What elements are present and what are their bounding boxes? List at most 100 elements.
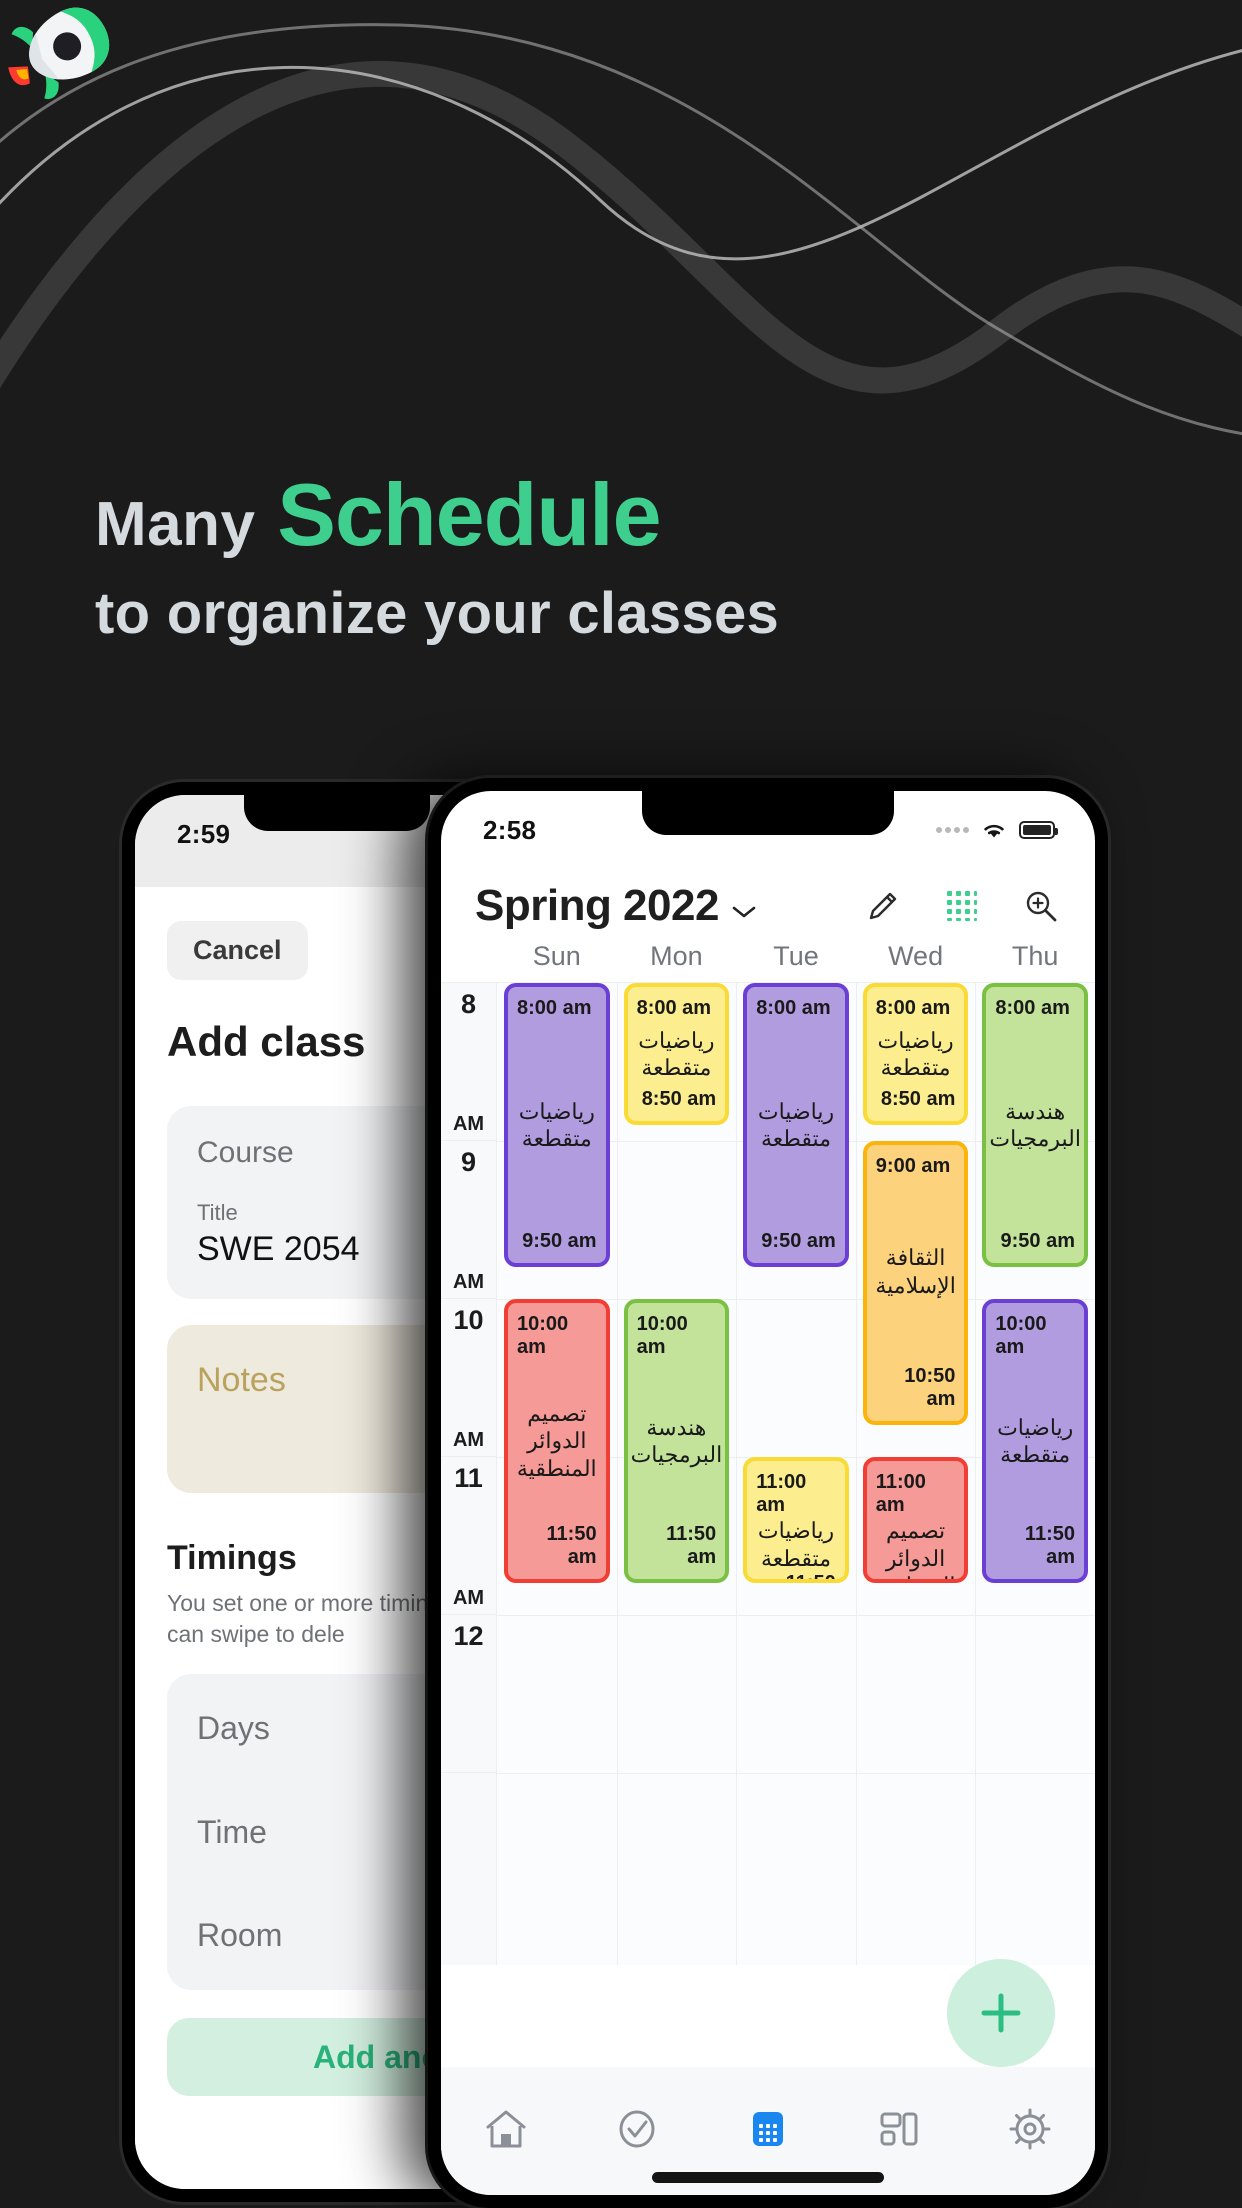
meridiem-label: AM [452,1429,485,1451]
column-divider [855,983,857,1965]
schedule-grid[interactable]: 8 AM 9 AM 10 AM 11 AM 12 8:00 am رياضيات متقطعة 9:… [441,983,1095,1965]
day-header-wed[interactable]: Wed [856,941,976,972]
event-start-time: 10:00 am [636,1313,688,1358]
days-label: Days [197,1710,270,1747]
notch [244,795,430,831]
grid-icon[interactable] [945,889,979,923]
column-divider [736,983,738,1965]
schedule-event[interactable]: 11:00 amتصميم الدوائر المنطقية11:50 am [862,1457,969,1583]
event-start-time: 11:00 am [875,1471,926,1516]
hour-label: 9 [460,1147,477,1177]
tab-widgets[interactable] [863,2093,935,2165]
event-title: تصميم الدوائر المنطقية [516,1400,597,1481]
event-end-time: 10:50 am [904,1365,956,1410]
event-title: تصميم الدوائر المنطقية [876,1518,956,1579]
event-start-time: 8:00 am [995,997,1070,1019]
hour-divider [497,1773,1095,1774]
event-start-time: 9:00 am [875,1155,951,1177]
cancel-button[interactable]: Cancel [167,921,308,980]
schedule-event[interactable]: 11:00 amرياضيات متقطعة11:50 am [743,1457,849,1583]
home-icon [486,2110,526,2148]
time-slot-12: 12 [441,1615,496,1773]
meridiem-label: AM [452,1113,485,1135]
notch [642,791,894,835]
event-end-time: 11:50 am [1024,1523,1075,1568]
tab-settings[interactable] [994,2093,1066,2165]
chevron-down-icon[interactable] [731,904,757,920]
event-start-time: 8:00 am [756,997,831,1019]
day-header-thu[interactable]: Thu [975,941,1095,972]
event-title: رياضيات متقطعة [997,1414,1074,1468]
schedule-event[interactable]: 8:00 am رياضيات متقطعة 9:50 am [743,983,849,1267]
event-start-time: 8:00 am [875,997,951,1019]
status-time: 2:59 [177,818,231,849]
wifi-icon [984,824,1004,838]
day-header-tue[interactable]: Tue [736,941,856,972]
event-start-time: 11:00 am [756,1471,807,1516]
pencil-icon[interactable] [865,888,901,924]
schedule-event[interactable]: 10:00 am هندسة البرمجيات 11:50 am [623,1299,730,1583]
day-header-mon[interactable]: Mon [617,941,737,972]
search-zoom-icon[interactable] [1023,888,1059,924]
event-title: رياضيات متقطعة [877,1027,954,1081]
time-slot-11: 11 AM [441,1457,496,1615]
headline-subline: to organize your classes [95,580,780,646]
time-slot-9: 9 AM [441,1141,496,1299]
home-indicator [652,2172,884,2183]
widgets-icon [880,2112,918,2146]
right-phone-screen: 2:58 Spring 2022 Sun Mon Tue Wed Thu 8 A… [441,791,1095,2195]
schedule-header: Spring 2022 [441,855,1095,941]
event-title: هندسة البرمجيات [630,1414,723,1468]
event-start-time: 8:00 am [517,997,592,1019]
column-divider [975,983,977,1965]
room-label: Room [197,1917,283,1954]
tab-schedule[interactable] [732,2093,804,2165]
headline-accent: Schedule [277,465,661,564]
tab-tasks[interactable] [601,2093,673,2165]
hour-label: 12 [453,1621,484,1651]
schedule-columns: 8:00 am رياضيات متقطعة 9:50 am 8:00 am رياضي… [497,983,1095,1965]
plus-icon [981,1993,1021,2033]
schedule-event[interactable]: 10:00 am رياضيات متقطعة 11:50 am [982,1299,1088,1583]
signal-dots-icon [936,827,969,833]
event-end-time: 8:50 am [880,1088,956,1110]
time-slot-10: 10 AM [441,1299,496,1457]
event-start-time: 8:00 am [636,997,712,1019]
event-end-time: 9:50 am [522,1230,597,1252]
event-title: رياضيات متقطعة [518,1098,595,1152]
hour-label: 8 [460,989,477,1019]
schedule-event[interactable]: 8:00 am رياضيات متقطعة 8:50 am [623,983,730,1125]
schedule-event[interactable]: 9:00 am الثقافة الإسلامية 10:50 am [862,1141,969,1425]
day-header-sun[interactable]: Sun [497,941,617,972]
schedule-event[interactable]: 8:00 am هندسة البرمجيات 9:50 am [982,983,1088,1267]
event-start-time: 10:00 am [517,1313,569,1358]
day-header-row: Sun Mon Tue Wed Thu [441,941,1095,983]
event-end-time: 11:50 am [785,1572,836,1583]
event-title: رياضيات متقطعة [757,1518,835,1571]
term-selector[interactable]: Spring 2022 [475,881,757,931]
time-label: Time [197,1813,267,1850]
schedule-event[interactable]: 8:00 am رياضيات متقطعة 8:50 am [862,983,969,1125]
event-start-time: 10:00 am [995,1313,1047,1358]
status-indicators [936,818,1058,842]
hour-divider [497,1615,1095,1616]
event-title: رياضيات متقطعة [757,1098,835,1152]
meridiem-label: AM [452,1587,485,1609]
term-title: Spring 2022 [475,881,719,930]
add-event-fab[interactable] [947,1959,1055,2067]
settings-gear-icon [1009,2108,1051,2150]
right-phone-frame: 2:58 Spring 2022 Sun Mon Tue Wed Thu 8 A… [428,778,1108,2208]
add-another-label: Add ano [313,2038,441,2075]
event-end-time: 11:50 am [666,1523,717,1568]
tab-home[interactable] [470,2093,542,2165]
meridiem-label: AM [452,1271,485,1293]
calendar-icon [752,2112,783,2146]
hour-label: 10 [453,1305,484,1335]
status-time: 2:58 [483,814,537,845]
hour-label: 11 [454,1463,483,1493]
event-end-time: 11:50 am [546,1523,597,1568]
schedule-event[interactable]: 8:00 am رياضيات متقطعة 9:50 am [504,983,610,1267]
time-slot-8: 8 AM [441,983,496,1141]
schedule-event[interactable]: 10:00 am تصميم الدوائر المنطقية 11:50 am [504,1299,610,1583]
time-gutter: 8 AM 9 AM 10 AM 11 AM 12 [441,983,497,1965]
